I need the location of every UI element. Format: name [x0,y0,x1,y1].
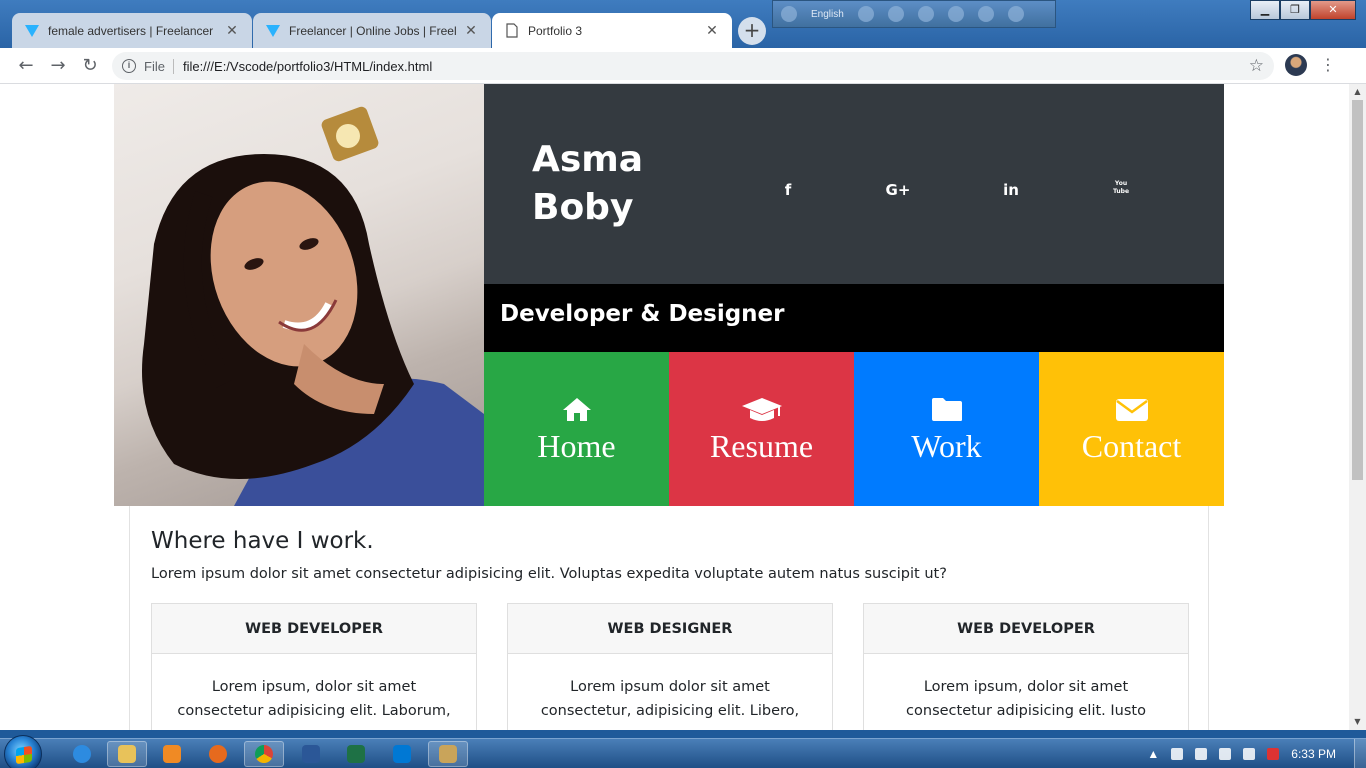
job-title: WEB DEVELOPER [864,604,1188,654]
tab-title: Freelancer | Online Jobs | Freelance [289,23,457,38]
flag-icon[interactable] [1171,748,1184,760]
language-label[interactable]: English [811,9,844,20]
excel-icon[interactable] [336,741,376,767]
url-scheme: File [144,58,174,74]
word-icon[interactable] [291,741,331,767]
tab-close-icon[interactable]: ✕ [224,23,240,39]
tab-title: Portfolio 3 [528,23,583,38]
clock[interactable]: 6:33 PM [1291,747,1336,761]
facebook-icon[interactable]: f [773,180,803,200]
job-body: Lorem ipsum, dolor sit amet consectetur … [906,679,1146,719]
page-viewport: Asma Boby f G+ in You Tube Developer & D… [0,84,1366,730]
signal-icon[interactable] [1219,748,1232,760]
start-button[interactable] [4,735,42,768]
security-icon[interactable] [1267,748,1280,760]
settings-icon[interactable] [917,6,934,22]
help-icon[interactable] [977,6,994,22]
scroll-thumb[interactable] [1352,100,1363,480]
home-icon [484,396,669,426]
maximize-button[interactable]: ❐ [1280,0,1310,20]
freelancer-favicon-icon [265,23,281,39]
windows-logo-icon [16,745,32,765]
internet-explorer-icon[interactable] [62,741,102,767]
profile-avatar[interactable] [1285,54,1307,76]
job-body: Lorem ipsum, dolor sit amet consectetur … [177,679,451,719]
job-title: WEB DEVELOPER [152,604,476,654]
job-card: WEB DEVELOPER Lorem ipsum, dolor sit ame… [863,603,1189,730]
chrome-icon[interactable] [244,741,284,767]
profile-photo [114,84,484,506]
nav-contact[interactable]: Contact [1039,352,1224,506]
forward-icon[interactable]: → [42,50,74,82]
nav-label: Resume [709,428,814,464]
section-heading: Where have I work. [151,528,374,554]
document-favicon-icon [504,23,520,39]
nav-label: Work [911,428,982,464]
battery-icon[interactable] [1195,748,1208,760]
browser-tab-1[interactable]: Freelancer | Online Jobs | Freelance ✕ [253,13,491,48]
tray-expand-icon[interactable]: ▲ [1147,747,1159,761]
info-icon[interactable]: i [122,59,136,73]
folder-icon [854,396,1039,426]
browser-toolbar: ← → ↻ i File file:///E:/Vscode/portfolio… [0,48,1366,84]
nav-resume[interactable]: Resume [669,352,854,506]
media-player-icon[interactable] [152,741,192,767]
back-icon[interactable]: ← [10,50,42,82]
paint-icon[interactable] [428,741,468,767]
nav-home[interactable]: Home [484,352,669,506]
linkedin-icon[interactable]: in [996,180,1026,200]
windows-taskbar: ▲ 6:33 PM [0,735,1366,768]
graduation-cap-icon [669,396,854,426]
job-title: WEB DESIGNER [508,604,832,654]
work-section: Where have I work. Lorem ipsum dolor sit… [129,506,1209,730]
scroll-up-icon[interactable]: ▲ [1349,84,1366,98]
portfolio-header: Asma Boby f G+ in You Tube [484,84,1224,284]
firefox-icon[interactable] [198,741,238,767]
system-tray: ▲ 6:33 PM [1147,739,1366,768]
volume-icon[interactable] [1243,748,1256,760]
menu-icon[interactable]: ⋮ [1318,52,1338,78]
ie-icon[interactable] [947,6,964,22]
file-explorer-icon[interactable] [107,741,147,767]
social-links: f G+ in You Tube [484,180,1224,200]
browser-tab-0[interactable]: female advertisers | Freelancer ✕ [12,13,252,48]
tagline: Developer & Designer [500,301,785,327]
show-desktop-button[interactable] [1354,739,1366,768]
address-bar[interactable]: i File file:///E:/Vscode/portfolio3/HTML… [112,52,1274,80]
bookmark-star-icon[interactable]: ☆ [1249,56,1264,76]
envelope-icon [1039,396,1224,426]
vscode-icon[interactable] [382,741,422,767]
google-plus-icon[interactable]: G+ [883,180,913,200]
section-lead: Lorem ipsum dolor sit amet consectetur a… [151,566,947,582]
name-first: Asma [532,139,644,180]
nav-label: Home [537,428,616,464]
close-window-button[interactable]: ✕ [1310,0,1356,20]
tab-close-icon[interactable]: ✕ [704,23,720,39]
pen-icon[interactable] [887,6,904,22]
language-bar: English [772,0,1056,28]
youtube-icon[interactable]: You Tube [1106,180,1136,200]
url-text[interactable]: file:///E:/Vscode/portfolio3/HTML/index.… [183,59,432,74]
language-bar-icon[interactable] [781,6,797,22]
window-controls: ▁ ❐ ✕ [1250,0,1356,20]
nav-work[interactable]: Work [854,352,1039,506]
info-icon[interactable] [1007,6,1024,22]
new-tab-button[interactable]: + [738,17,766,45]
browser-tab-2[interactable]: Portfolio 3 ✕ [492,13,732,48]
nav-label: Contact [1081,428,1182,464]
minimize-button[interactable]: ▁ [1250,0,1280,20]
scroll-down-icon[interactable]: ▼ [1349,716,1366,730]
tab-close-icon[interactable]: ✕ [463,23,479,39]
tagline-bar: Developer & Designer [484,284,1224,352]
job-body: Lorem ipsum dolor sit amet consectetur, … [540,679,800,719]
reload-icon[interactable]: ↻ [74,50,106,82]
page-scrollbar[interactable]: ▲ ▼ [1349,84,1366,730]
freelancer-favicon-icon [24,23,40,39]
browser-tabstrip: female advertisers | Freelancer ✕ Freela… [0,0,1366,48]
job-card: WEB DESIGNER Lorem ipsum dolor sit amet … [507,603,833,730]
job-card: WEB DEVELOPER Lorem ipsum, dolor sit ame… [151,603,477,730]
keyboard-icon[interactable] [857,6,874,22]
tab-title: female advertisers | Freelancer [48,23,214,38]
